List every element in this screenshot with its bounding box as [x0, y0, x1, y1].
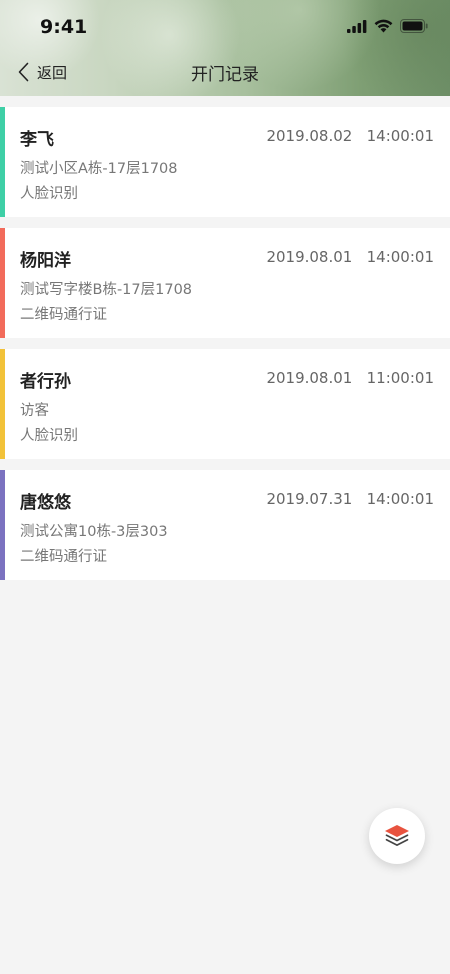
record-card[interactable]: 李飞 2019.08.02 14:00:01 测试小区A栋-17层1708 人脸… — [0, 107, 450, 217]
record-method: 人脸识别 — [20, 428, 78, 444]
navigation-bar: 返回 开门记录 — [0, 52, 450, 92]
record-datetime: 2019.07.31 14:00:01 — [266, 490, 434, 508]
record-method: 二维码通行证 — [20, 307, 107, 323]
record-accent-bar — [0, 470, 5, 580]
record-datetime: 2019.08.01 11:00:01 — [266, 369, 434, 387]
record-card[interactable]: 唐悠悠 2019.07.31 14:00:01 测试公寓10栋-3层303 二维… — [0, 470, 450, 580]
record-name: 李飞 — [20, 130, 54, 150]
record-name: 者行孙 — [20, 372, 71, 392]
record-accent-bar — [0, 349, 5, 459]
record-datetime: 2019.08.02 14:00:01 — [266, 127, 434, 145]
record-location: 访客 — [20, 403, 49, 419]
wifi-icon — [374, 19, 393, 33]
status-icons — [347, 18, 428, 34]
page-title: 开门记录 — [191, 65, 259, 85]
door-record-list: 李飞 2019.08.02 14:00:01 测试小区A栋-17层1708 人脸… — [0, 107, 450, 591]
record-location: 测试写字楼B栋-17层1708 — [20, 282, 193, 298]
record-card[interactable]: 者行孙 2019.08.01 11:00:01 访客 人脸识别 — [0, 349, 450, 459]
battery-icon — [400, 19, 428, 33]
record-name: 杨阳洋 — [20, 251, 71, 271]
layers-fab-button[interactable] — [369, 808, 425, 864]
header-background: 9:41 返回 开门记录 — [0, 0, 450, 96]
status-bar: 9:41 — [0, 0, 450, 50]
record-name: 唐悠悠 — [20, 493, 71, 513]
record-accent-bar — [0, 107, 5, 217]
record-datetime: 2019.08.01 14:00:01 — [266, 248, 434, 266]
layers-icon — [385, 825, 409, 846]
record-location: 测试小区A栋-17层1708 — [20, 161, 178, 177]
record-accent-bar — [0, 228, 5, 338]
status-time: 9:41 — [40, 16, 88, 38]
record-card[interactable]: 杨阳洋 2019.08.01 14:00:01 测试写字楼B栋-17层1708 … — [0, 228, 450, 338]
record-method: 人脸识别 — [20, 186, 78, 202]
signal-icon — [347, 19, 367, 33]
record-location: 测试公寓10栋-3层303 — [20, 524, 168, 540]
record-method: 二维码通行证 — [20, 549, 107, 565]
